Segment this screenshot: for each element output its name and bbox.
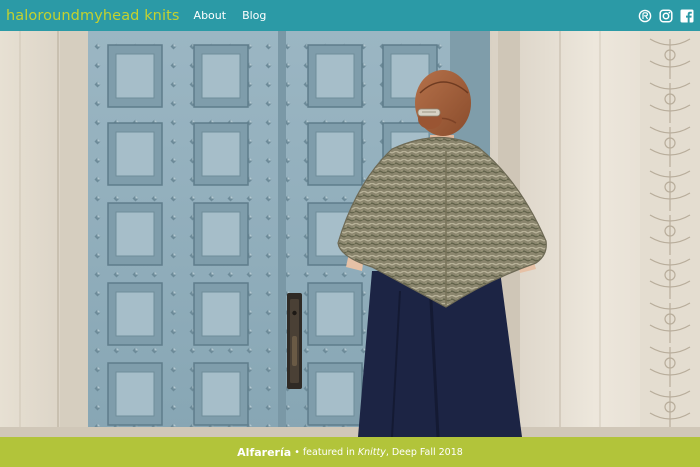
main-nav: About Blog: [194, 9, 283, 22]
site-header: haloroundmyhead knits About Blog: [0, 0, 700, 31]
nav-link-blog[interactable]: Blog: [242, 9, 266, 22]
social-links: [638, 8, 694, 23]
magazine-name: Knitty: [357, 446, 386, 458]
hero-photo-illustration: [0, 31, 700, 437]
caption-featured-text: featured in: [302, 446, 358, 458]
caption-issue: , Deep Fall 2018: [385, 446, 463, 458]
hero-image: [0, 31, 700, 437]
site-brand-link[interactable]: haloroundmyhead knits: [6, 8, 180, 24]
nav-link-about[interactable]: About: [194, 9, 227, 22]
ravelry-icon[interactable]: [638, 8, 652, 23]
caption-bar: Alfarería • featured in Knitty , Deep Fa…: [0, 437, 700, 467]
pattern-name-link[interactable]: Alfarería: [237, 446, 291, 459]
caption-separator: •: [291, 446, 303, 458]
instagram-icon[interactable]: [659, 8, 673, 23]
facebook-icon[interactable]: [680, 8, 694, 23]
